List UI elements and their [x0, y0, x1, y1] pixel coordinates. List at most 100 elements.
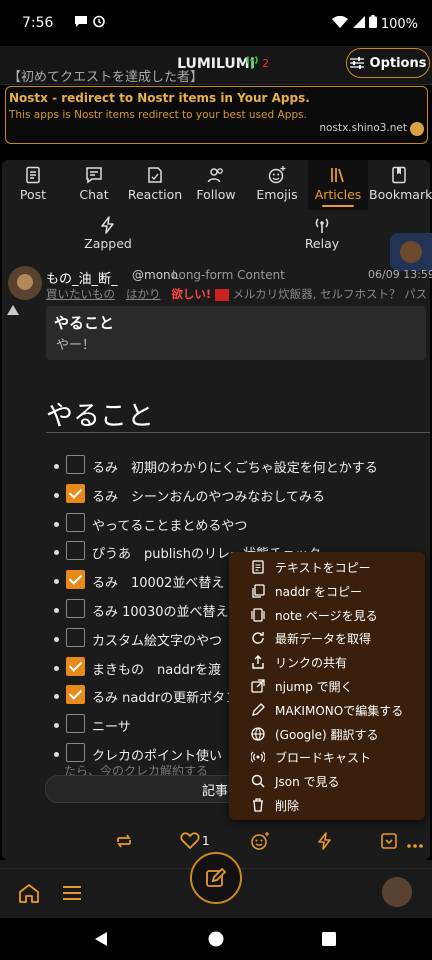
tab-label: Follow: [196, 187, 236, 202]
bullet: [54, 492, 59, 498]
todo-item: やってることまとめるやつ: [50, 512, 430, 537]
tab-post[interactable]: Post: [3, 160, 63, 210]
menu-item-translate[interactable]: (Google) 翻訳する: [229, 722, 425, 746]
subline-item[interactable]: 買いたいもの: [46, 287, 115, 301]
post-avatar[interactable]: [8, 266, 42, 300]
status-time: 7:56: [22, 15, 54, 31]
menu-item-external-link[interactable]: njump で開く: [229, 674, 425, 698]
menu-item-trash[interactable]: 削除: [229, 793, 425, 817]
bullet: [54, 608, 59, 613]
menu-item-label: リンクの共有: [275, 656, 348, 671]
signal-icon: [352, 16, 365, 28]
translate-icon: [251, 726, 265, 741]
info-link[interactable]: nostx.shino3.net: [319, 122, 407, 134]
article-card[interactable]: やること やー！: [46, 306, 426, 360]
tab-chat[interactable]: Chat: [64, 160, 124, 210]
menu-item-copy[interactable]: naddr をコピー: [229, 579, 425, 603]
home-circle-icon[interactable]: [208, 931, 224, 947]
bookmark-icon: [392, 166, 406, 184]
todo-checkbox[interactable]: [66, 570, 85, 590]
menu-item-share[interactable]: リンクの共有: [229, 650, 425, 674]
tab-reaction[interactable]: Reaction: [125, 160, 185, 210]
todo-checkbox[interactable]: [66, 483, 85, 503]
menu-item-edit[interactable]: MAKIMONOで編集する: [229, 698, 425, 722]
more-icon[interactable]: [406, 835, 424, 857]
partial-post-text: 【初めてクエストを達成した者】: [8, 70, 204, 85]
todo-text: るみ 10030の並べ替え: [92, 605, 229, 620]
recents-icon[interactable]: [322, 932, 336, 946]
tab-zapped[interactable]: Zapped: [8, 212, 208, 252]
menu-item-label: 削除: [275, 799, 300, 813]
zap-action-icon[interactable]: [316, 830, 334, 852]
follow-icon: [207, 168, 223, 183]
bullet: [54, 723, 59, 729]
todo-checkbox[interactable]: [66, 743, 85, 762]
tab-label: Relay: [304, 236, 340, 251]
compose-button[interactable]: [190, 852, 242, 904]
menu-item-label: (Google) 翻訳する: [275, 727, 379, 742]
back-icon[interactable]: [94, 931, 108, 947]
menu-icon[interactable]: [62, 885, 82, 901]
menu-item-label: naddr をコピー: [275, 584, 362, 599]
battery-level: 100%: [380, 17, 418, 32]
menu-item-copy-text[interactable]: テキストをコピー: [229, 555, 425, 579]
todo-checkbox[interactable]: [66, 656, 85, 676]
todo-text: カスタム絵文字のやつ: [92, 633, 223, 649]
home-icon[interactable]: [18, 883, 40, 903]
repost-icon[interactable]: [114, 830, 134, 852]
todo-text: るみ naddrの更新ボタン: [92, 691, 239, 707]
side-profile-button[interactable]: [390, 233, 432, 271]
menu-item-note-page[interactable]: note ページを見る: [229, 603, 425, 627]
bullet: [54, 464, 59, 469]
subline-item[interactable]: はかり: [126, 287, 161, 301]
bookmark-action-icon[interactable]: [380, 830, 400, 852]
todo-text: ニーサ: [92, 720, 131, 736]
profile-avatar[interactable]: [382, 877, 412, 907]
todo-checkbox[interactable]: [66, 627, 85, 647]
add-reaction-icon[interactable]: [250, 830, 270, 852]
relay-status-icon[interactable]: [244, 54, 260, 70]
todo-checkbox[interactable]: [66, 714, 85, 734]
sliders-icon: [349, 57, 364, 69]
read-more-label: 記事: [202, 784, 229, 799]
custom-emoji-icon: 欲しい!: [171, 287, 212, 301]
menu-item-broadcast[interactable]: ブロードキャスト: [229, 745, 425, 769]
repost-mark-icon: [7, 305, 19, 315]
card-title: やること: [54, 314, 115, 332]
tab-emojis[interactable]: Emojis: [247, 160, 307, 210]
todo-checkbox[interactable]: [66, 541, 85, 561]
tab-bookmark[interactable]: Bookmark: [369, 160, 432, 210]
todo-checkbox[interactable]: [66, 512, 85, 532]
post-icon: [26, 166, 40, 184]
todo-checkbox[interactable]: [66, 599, 85, 618]
menu-item-label: note ページを見る: [275, 608, 378, 623]
chat-icon: [86, 167, 102, 184]
like-icon[interactable]: [180, 830, 200, 852]
broadcast-icon: [251, 751, 265, 763]
todo-checkbox[interactable]: [66, 685, 85, 705]
bullet: [54, 550, 59, 556]
bullet: [54, 665, 59, 671]
edit-icon: [206, 867, 227, 887]
article-heading: やること: [46, 401, 154, 432]
todo-text: るみ シーンおんのやつみなおしてみる: [92, 489, 325, 505]
post-author[interactable]: もの_油_断_: [46, 268, 118, 287]
side-avatar: [400, 241, 422, 263]
like-count: 1: [202, 834, 210, 848]
menu-item-json[interactable]: Json で見る: [229, 769, 425, 793]
note-page-icon: [251, 607, 265, 622]
options-button[interactable]: Options: [346, 48, 430, 78]
tab-articles[interactable]: Articles: [308, 160, 368, 210]
menu-item-label: Json で見る: [275, 775, 340, 790]
todo-checkbox[interactable]: [66, 455, 85, 474]
trash-icon: [253, 798, 263, 812]
active-tab-indicator: [322, 205, 354, 207]
battery-icon: [368, 15, 377, 28]
tab-follow[interactable]: Follow: [186, 160, 246, 210]
info-card[interactable]: Nostx - redirect to Nostr items in Your …: [5, 86, 428, 144]
bullet: [54, 579, 59, 585]
menu-item-label: 最新データを取得: [275, 632, 372, 647]
bullet: [54, 636, 59, 642]
menu-item-refresh[interactable]: 最新データを取得: [229, 626, 425, 650]
todo-text: まきもの naddrを渡: [92, 662, 222, 678]
